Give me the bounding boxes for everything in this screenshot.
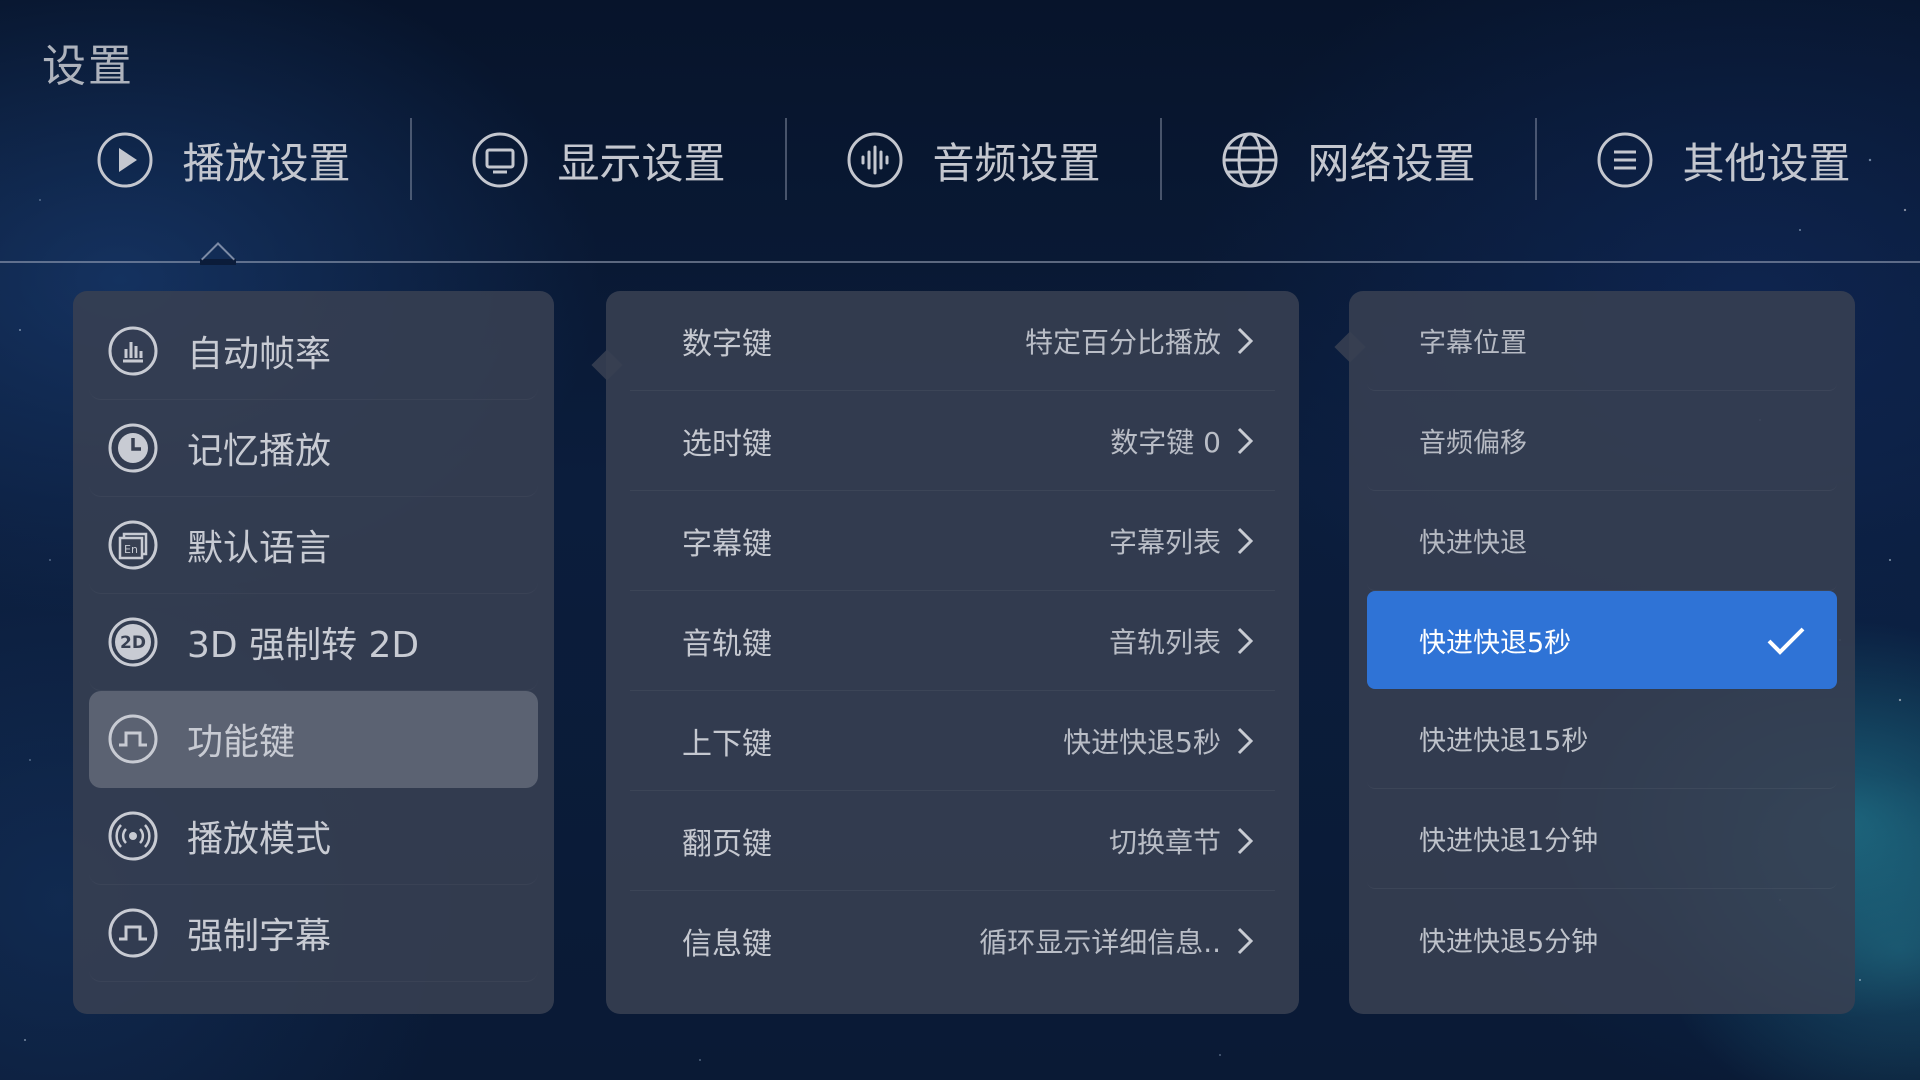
chevron-right-icon (1231, 924, 1257, 958)
option-label: 音频偏移 (1419, 428, 1527, 459)
chevron-right-icon (1231, 724, 1257, 758)
function-key-name: 数字键 (682, 326, 772, 362)
function-key-row-number[interactable]: 数字键 特定百分比播放 (630, 291, 1275, 391)
left-menu-item-resume-playback[interactable]: 记忆播放 (89, 400, 538, 497)
left-menu-label: 3D 强制转 2D (187, 625, 420, 666)
function-key-name: 音轨键 (682, 626, 772, 662)
left-menu-label: 默认语言 (187, 528, 332, 569)
language-icon: En (107, 519, 159, 571)
chevron-right-icon (1231, 824, 1257, 858)
option-label: 快进快退 (1419, 528, 1527, 559)
left-menu-panel: 自动帧率 记忆播放 En 默认语言 2D 3D 强制转 2D 功能键 播放模式 (73, 291, 554, 1014)
chevron-right-icon (1231, 524, 1257, 558)
function-keys-panel: 数字键 特定百分比播放 选时键 数字键 0 字幕键 字幕列表 音轨键 音轨列表 … (606, 291, 1299, 1014)
tab-playback-settings[interactable]: 播放设置 (37, 118, 410, 202)
function-key-row-subtitle[interactable]: 字幕键 字幕列表 (630, 491, 1275, 591)
checkmark-icon (1763, 617, 1809, 663)
pulse-icon (107, 907, 159, 959)
function-key-row-audio-track[interactable]: 音轨键 音轨列表 (630, 591, 1275, 691)
function-key-value: 音轨列表 (1108, 625, 1221, 659)
tab-label: 网络设置 (1307, 138, 1476, 188)
option-seek-1min[interactable]: 快进快退1分钟 (1367, 789, 1837, 889)
left-menu-label: 记忆播放 (187, 431, 332, 472)
pulse-icon (107, 713, 159, 765)
option-seek-15s[interactable]: 快进快退15秒 (1367, 689, 1837, 789)
audio-wave-icon (846, 131, 904, 189)
function-key-value: 字幕列表 (1108, 525, 1221, 559)
monitor-icon (471, 131, 529, 189)
tab-audio-settings[interactable]: 音频设置 (787, 118, 1160, 202)
option-label: 快进快退5秒 (1419, 627, 1572, 659)
chevron-right-icon (1231, 424, 1257, 458)
tab-network-settings[interactable]: 网络设置 (1162, 118, 1535, 202)
tab-display-settings[interactable]: 显示设置 (412, 118, 785, 202)
left-menu-item-force-2d[interactable]: 2D 3D 强制转 2D (89, 594, 538, 691)
function-key-name: 信息键 (682, 927, 772, 962)
svg-text:En: En (124, 543, 138, 556)
option-seek-5s[interactable]: 快进快退5秒 (1367, 591, 1837, 689)
option-seek-5min[interactable]: 快进快退5分钟 (1367, 889, 1837, 989)
left-menu-label: 播放模式 (187, 819, 332, 860)
tab-underline (0, 261, 1920, 263)
left-menu-label: 自动帧率 (187, 334, 332, 375)
tab-other-settings[interactable]: 其他设置 (1537, 118, 1910, 202)
function-key-row-page[interactable]: 翻页键 切换章节 (630, 791, 1275, 891)
play-icon (96, 131, 154, 189)
function-key-name: 上下键 (682, 726, 772, 762)
bar-chart-icon (107, 325, 159, 377)
left-menu-item-auto-framerate[interactable]: 自动帧率 (89, 303, 538, 400)
function-key-value: 数字键 0 (1110, 425, 1221, 459)
chevron-right-icon (1231, 324, 1257, 358)
left-menu-label: 强制字幕 (187, 916, 332, 957)
option-seek[interactable]: 快进快退 (1367, 491, 1837, 591)
function-key-value: 快进快退5秒 (1063, 725, 1221, 759)
function-key-value: 特定百分比播放 (1024, 325, 1221, 359)
function-key-value: 切换章节 (1108, 825, 1221, 859)
option-label: 字幕位置 (1419, 328, 1527, 359)
chevron-right-icon (1231, 624, 1257, 658)
option-audio-offset[interactable]: 音频偏移 (1367, 391, 1837, 491)
function-key-row-time[interactable]: 选时键 数字键 0 (630, 391, 1275, 491)
tab-label: 显示设置 (557, 138, 726, 188)
left-menu-item-force-subtitles[interactable]: 强制字幕 (89, 885, 538, 982)
page-title: 设置 (42, 41, 134, 92)
left-menu-label: 功能键 (187, 722, 296, 763)
left-menu-item-play-mode[interactable]: 播放模式 (89, 788, 538, 885)
svg-text:2D: 2D (120, 633, 146, 653)
function-key-row-up-down[interactable]: 上下键 快进快退5秒 (630, 691, 1275, 791)
left-menu-item-default-language[interactable]: En 默认语言 (89, 497, 538, 594)
option-label: 快进快退15秒 (1419, 726, 1589, 757)
left-menu-item-function-keys[interactable]: 功能键 (89, 691, 538, 788)
active-tab-indicator (201, 242, 235, 276)
broadcast-icon (107, 810, 159, 862)
function-key-row-info[interactable]: 信息键 循环显示详细信息.. (630, 891, 1275, 991)
menu-icon (1596, 131, 1654, 189)
function-key-value: 循环显示详细信息.. (979, 926, 1221, 959)
option-label: 快进快退5分钟 (1419, 926, 1599, 958)
tab-label: 播放设置 (182, 138, 351, 188)
function-key-name: 选时键 (682, 426, 772, 462)
options-panel: 字幕位置 音频偏移 快进快退 快进快退5秒 快进快退15秒 快进快退1分钟 快进… (1349, 291, 1855, 1014)
function-key-name: 翻页键 (682, 826, 772, 862)
function-key-name: 字幕键 (682, 526, 772, 562)
globe-icon (1221, 131, 1279, 189)
clock-icon (107, 422, 159, 474)
tab-bar: 播放设置 显示设置 音频设置 网络设置 其他设置 (0, 118, 1920, 202)
tab-label: 音频设置 (932, 138, 1101, 188)
option-label: 快进快退1分钟 (1419, 826, 1599, 857)
option-subtitle-position[interactable]: 字幕位置 (1367, 291, 1837, 391)
2d-icon: 2D (107, 616, 159, 668)
tab-label: 其他设置 (1682, 138, 1851, 188)
